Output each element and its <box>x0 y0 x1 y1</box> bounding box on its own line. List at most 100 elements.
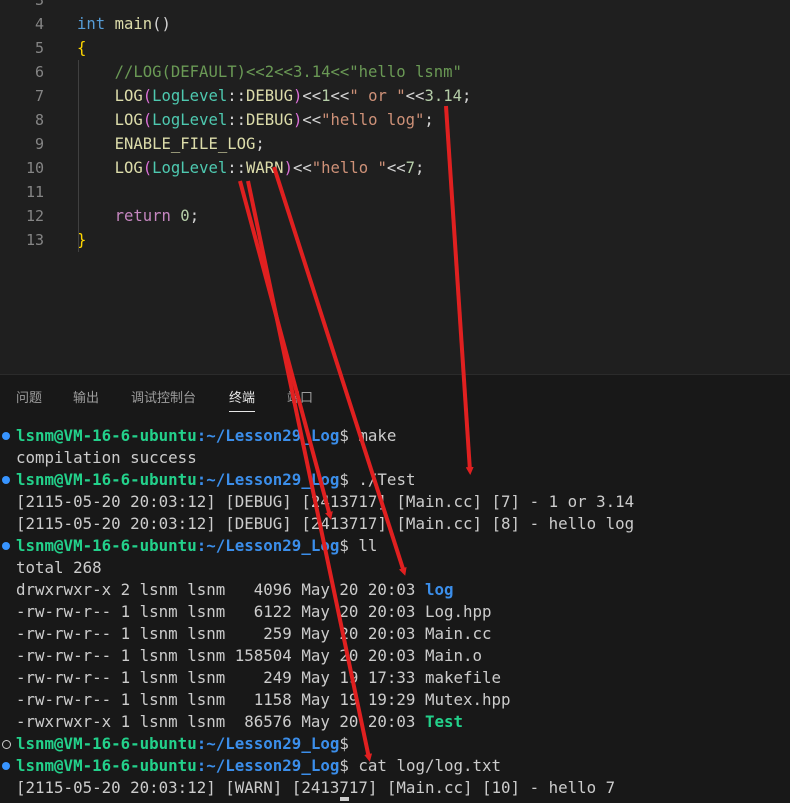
terminal-cursor <box>340 797 349 801</box>
indent-guide <box>78 60 79 252</box>
prompt-user: lsnm@VM-16-6-ubuntu <box>16 734 197 753</box>
command-status-dot[interactable] <box>2 432 10 440</box>
code-token: LogLevel <box>152 87 228 105</box>
code-line[interactable]: 9 ENABLE_FILE_LOG; <box>0 132 790 156</box>
code-line[interactable]: 3 <box>0 0 790 12</box>
code-token: //LOG(DEFAULT)<<2<<3.14<<"hello lsnm" <box>114 63 462 81</box>
terminal-output-line: -rw-rw-r-- 1 lsnm lsnm 1158 May 19 19:29… <box>16 689 511 711</box>
code-line[interactable]: 4 int main() <box>0 12 790 36</box>
terminal-output-line: [2115-05-20 20:03:12] [WARN] [2413717] [… <box>16 777 615 799</box>
code-line[interactable]: 8 LOG(LogLevel::DEBUG)<<"hello log"; <box>0 108 790 132</box>
file-name: makefile <box>424 668 502 687</box>
command-text: $ make <box>339 426 397 445</box>
line-number: 5 <box>34 39 44 57</box>
terminal-output-line: -rw-rw-r-- 1 lsnm lsnm 249 May 19 17:33 … <box>16 667 501 689</box>
code-token: main <box>114 15 153 33</box>
code-token: ( <box>142 87 153 105</box>
tab-4[interactable]: 端口 <box>287 387 313 406</box>
tab-label: 问题 <box>16 391 43 406</box>
code-line[interactable]: 10 LOG(LogLevel::WARN)<<"hello "<<7; <box>0 156 790 180</box>
code-token: " or " <box>349 87 406 105</box>
code-line[interactable]: 11 <box>0 180 790 204</box>
terminal-prompt-line: lsnm@VM-16-6-ubuntu:~/Lesson29_Log$ ./Te… <box>16 469 415 491</box>
line-number: 11 <box>25 183 44 201</box>
code-token: << <box>302 87 322 105</box>
code-token: "hello " <box>311 159 387 177</box>
bottom-panel: 问题 输出 调试控制台 终端 端口 lsnm@VM-16-6-ubuntu:~/Less… <box>0 374 790 803</box>
tab-0[interactable]: 问题 <box>16 387 42 406</box>
code-token: 1 <box>321 87 331 105</box>
code-line[interactable]: 13} <box>0 228 790 252</box>
prompt-user: lsnm@VM-16-6-ubuntu <box>16 470 197 489</box>
terminal-prompt-line: lsnm@VM-16-6-ubuntu:~/Lesson29_Log$ ll <box>16 535 377 557</box>
code-token: :: <box>227 111 247 129</box>
file-name: Main.cc <box>424 624 492 643</box>
code-text: LOG(LogLevel::WARN)<<"hello "<<7; <box>77 156 425 180</box>
command-text: $ ll <box>339 536 378 555</box>
file-info: -rw-rw-r-- 1 lsnm lsnm 158504 May 20 20:… <box>16 646 425 665</box>
code-token: () <box>152 15 171 33</box>
code-line[interactable]: 6 //LOG(DEFAULT)<<2<<3.14<<"hello lsnm" <box>0 60 790 84</box>
command-text: $ <box>339 734 349 753</box>
line-number: 7 <box>34 87 44 105</box>
terminal-output-line: drwxrwxr-x 2 lsnm lsnm 4096 May 20 20:03… <box>16 579 454 601</box>
code-line[interactable]: 7 LOG(LogLevel::DEBUG)<<1<<" or "<<3.14; <box>0 84 790 108</box>
prompt-path: :~/Lesson29_Log <box>196 734 340 753</box>
code-token: DEBUG <box>246 87 293 105</box>
line-number: 4 <box>34 15 44 33</box>
code-text: //LOG(DEFAULT)<<2<<3.14<<"hello lsnm" <box>77 60 462 84</box>
prompt-user: lsnm@VM-16-6-ubuntu <box>16 426 197 445</box>
command-status-dot[interactable] <box>2 762 10 770</box>
code-line[interactable]: 5{ <box>0 36 790 60</box>
code-token: :: <box>227 159 247 177</box>
tab-3[interactable]: 终端 <box>229 387 256 412</box>
command-text: $ ./Test <box>339 470 416 489</box>
terminal-output-line: -rw-rw-r-- 1 lsnm lsnm 6122 May 20 20:03… <box>16 601 492 623</box>
code-text: ENABLE_FILE_LOG; <box>77 132 265 156</box>
code-token: ) <box>283 159 293 177</box>
line-number: 10 <box>25 159 44 177</box>
tab-label: 输出 <box>73 391 100 406</box>
terminal-output-line: -rw-rw-r-- 1 lsnm lsnm 158504 May 20 20:… <box>16 645 482 667</box>
command-status-dot[interactable] <box>2 476 10 484</box>
code-text: int main() <box>77 12 171 36</box>
prompt-path: :~/Lesson29_Log <box>196 536 340 555</box>
file-info: -rw-rw-r-- 1 lsnm lsnm 1158 May 19 19:29 <box>16 690 425 709</box>
code-token: LogLevel <box>152 111 228 129</box>
output-text: compilation success <box>16 448 197 467</box>
terminal-prompt-line: lsnm@VM-16-6-ubuntu:~/Lesson29_Log$ cat … <box>16 755 501 777</box>
code-token: LOG <box>114 111 143 129</box>
code-text: return 0; <box>77 204 200 228</box>
code-token: << <box>386 159 406 177</box>
tab-1[interactable]: 输出 <box>73 387 99 406</box>
code-editor[interactable]: 3 4 int main() 5{6 //LOG(DEFAULT)<<2<<3.14<… <box>0 0 790 374</box>
code-token: int <box>77 15 106 33</box>
tab-2[interactable]: 调试控制台 <box>131 387 196 406</box>
terminal-output-line: [2115-05-20 20:03:12] [DEBUG] [2413717] … <box>16 513 634 535</box>
code-text: LOG(LogLevel::DEBUG)<<1<<" or "<<3.14; <box>77 84 472 108</box>
tab-label: 终端 <box>229 391 256 406</box>
line-number: 9 <box>34 135 44 153</box>
code-token: return <box>114 207 171 225</box>
prompt-path: :~/Lesson29_Log <box>196 470 340 489</box>
code-token: ; <box>424 111 434 129</box>
tab-label: 调试控制台 <box>131 391 197 406</box>
code-token: ( <box>142 159 153 177</box>
code-token: LogLevel <box>152 159 228 177</box>
file-info: -rw-rw-r-- 1 lsnm lsnm 6122 May 20 20:03 <box>16 602 425 621</box>
code-token: 3.14 <box>424 87 462 105</box>
code-token: DEBUG <box>246 111 293 129</box>
line-number: 3 <box>34 0 44 9</box>
code-line[interactable]: 12 return 0; <box>0 204 790 228</box>
command-status-dot[interactable] <box>2 542 10 550</box>
terminal-output-line: total 268 <box>16 557 102 579</box>
code-token: ; <box>255 135 265 153</box>
file-name: Main.o <box>424 646 483 665</box>
file-name: Log.hpp <box>424 602 492 621</box>
code-token: ( <box>142 111 153 129</box>
line-number: 8 <box>34 111 44 129</box>
command-status-dot-empty[interactable] <box>2 740 11 749</box>
